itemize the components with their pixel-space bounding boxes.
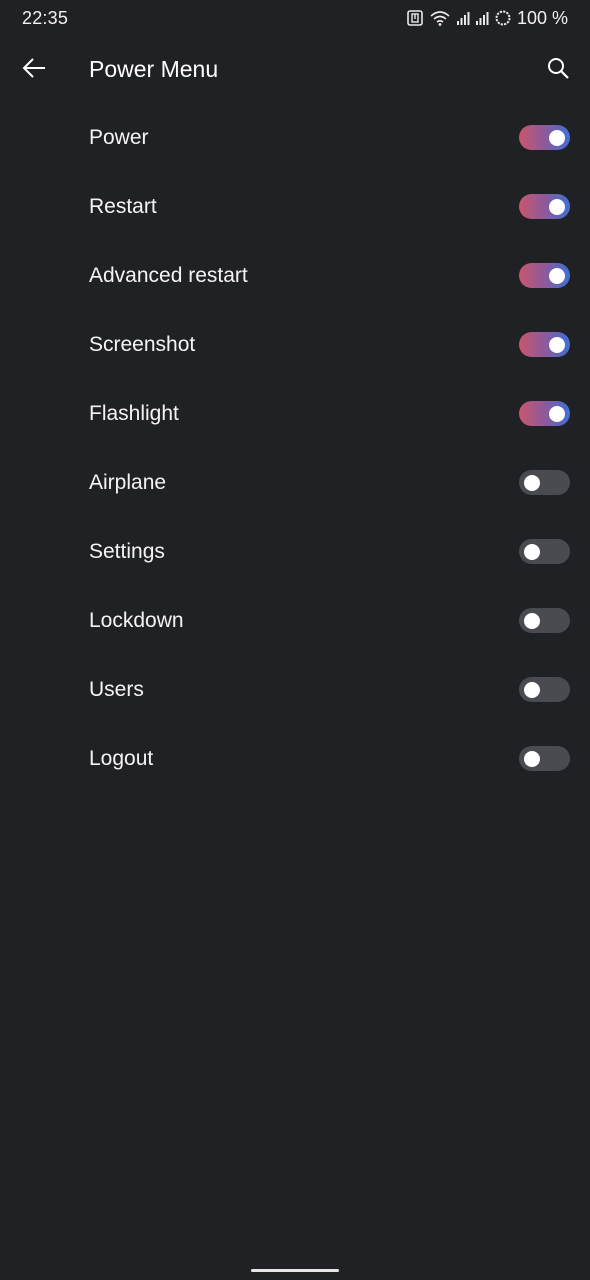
toggle-knob: [524, 750, 540, 767]
back-button[interactable]: [16, 52, 52, 88]
toggle-knob: [524, 681, 540, 698]
setting-label: Advanced restart: [89, 264, 248, 287]
setting-row-screenshot[interactable]: Screenshot: [0, 311, 590, 380]
setting-label: Logout: [89, 747, 154, 770]
toggle-knob: [549, 267, 565, 284]
toggle-knob: [549, 198, 565, 215]
battery-percentage: 100 %: [516, 8, 568, 28]
signal-icon: [475, 9, 489, 27]
toggle-switch[interactable]: [519, 608, 570, 633]
toggle-switch[interactable]: [519, 539, 570, 564]
toggle-switch[interactable]: [519, 263, 570, 288]
setting-row-power[interactable]: Power: [0, 104, 590, 173]
setting-label: Users: [89, 678, 144, 701]
setting-row-restart[interactable]: Restart: [0, 173, 590, 242]
toggle-knob: [549, 336, 565, 353]
setting-label: Restart: [89, 195, 157, 218]
battery-saver-icon: [494, 9, 512, 27]
toggle-knob: [524, 612, 540, 629]
setting-label: Airplane: [89, 471, 167, 494]
toggle-switch[interactable]: [519, 470, 570, 495]
settings-list: Power Restart Advanced restart Screensho…: [0, 104, 590, 794]
page-title: Power Menu: [89, 56, 219, 82]
setting-label: Lockdown: [89, 609, 184, 632]
setting-row-advanced-restart[interactable]: Advanced restart: [0, 242, 590, 311]
status-time: 22:35: [22, 8, 69, 28]
setting-label: Power: [89, 126, 149, 149]
toggle-switch[interactable]: [519, 125, 570, 150]
arrow-left-icon: [21, 57, 47, 84]
setting-row-users[interactable]: Users: [0, 656, 590, 725]
wifi-icon: [429, 9, 451, 27]
status-icons: 100 %: [406, 8, 568, 28]
search-icon: [546, 56, 570, 85]
gesture-nav-handle[interactable]: [251, 1269, 339, 1272]
setting-label: Flashlight: [89, 402, 179, 425]
setting-label: Screenshot: [89, 333, 196, 356]
setting-row-flashlight[interactable]: Flashlight: [0, 380, 590, 449]
toggle-knob: [549, 129, 565, 146]
app-bar: Power Menu: [0, 40, 590, 100]
search-button[interactable]: [540, 52, 576, 88]
setting-row-airplane[interactable]: Airplane: [0, 449, 590, 518]
setting-row-lockdown[interactable]: Lockdown: [0, 587, 590, 656]
toggle-knob: [524, 474, 540, 491]
toggle-switch[interactable]: [519, 677, 570, 702]
toggle-knob: [549, 405, 565, 422]
toggle-switch[interactable]: [519, 194, 570, 219]
signal-icon: [456, 9, 470, 27]
status-bar: 22:35 100 %: [0, 0, 590, 36]
setting-label: Settings: [89, 540, 165, 563]
nfc-icon: [406, 9, 424, 27]
toggle-switch[interactable]: [519, 332, 570, 357]
setting-row-settings[interactable]: Settings: [0, 518, 590, 587]
setting-row-logout[interactable]: Logout: [0, 725, 590, 794]
toggle-switch[interactable]: [519, 746, 570, 771]
toggle-knob: [524, 543, 540, 560]
toggle-switch[interactable]: [519, 401, 570, 426]
